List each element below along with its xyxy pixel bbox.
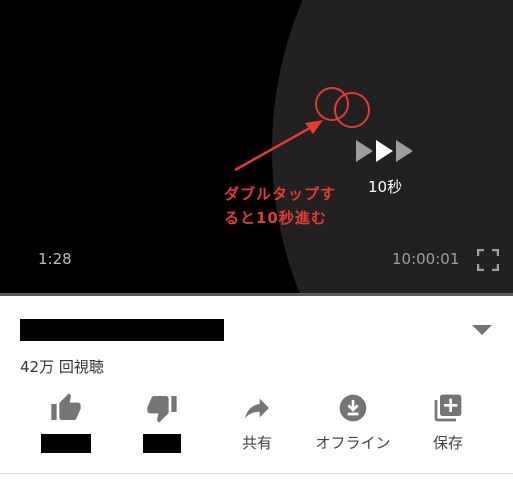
save-button[interactable]: 保存 — [403, 392, 493, 453]
thumb-down-icon — [147, 396, 177, 423]
current-time: 1:28 — [38, 250, 72, 268]
total-duration: 10:00:01 — [392, 250, 460, 268]
like-button[interactable] — [21, 392, 111, 453]
annotation-arrow — [234, 120, 323, 172]
fullscreen-icon[interactable] — [477, 249, 499, 271]
download-icon — [339, 394, 367, 422]
video-title-redacted — [20, 319, 224, 341]
annotation-line-2: ると10秒進む — [224, 209, 327, 227]
save-label: 保存 — [432, 434, 463, 452]
seek-amount-label: 10秒 — [368, 178, 403, 196]
playlist-add-icon — [434, 394, 462, 422]
dislike-button[interactable] — [117, 392, 207, 453]
action-bar: 共有 オフライン 保存 — [0, 392, 513, 458]
share-label: 共有 — [241, 434, 272, 452]
video-info-panel: 42万 回視聴 共有 オフライン 保存 — [0, 296, 513, 479]
seek-forward-icon — [356, 140, 418, 162]
chevron-down-icon[interactable] — [472, 324, 492, 336]
like-count-redacted — [41, 434, 91, 453]
offline-button[interactable]: オフライン — [308, 392, 398, 453]
thumb-up-icon — [51, 393, 81, 420]
view-count: 42万 回視聴 — [20, 358, 104, 376]
offline-label: オフライン — [315, 434, 391, 452]
share-button[interactable]: 共有 — [212, 392, 302, 453]
video-player[interactable]: 10秒 1:28 10:00:01 ダブルタップす ると10秒進む — [0, 0, 513, 296]
annotation-text: ダブルタップす ると10秒進む — [224, 182, 336, 230]
annotation-line-1: ダブルタップす — [224, 185, 337, 203]
share-arrow-icon — [245, 398, 269, 419]
divider — [0, 473, 513, 474]
dislike-count-redacted — [143, 434, 181, 453]
